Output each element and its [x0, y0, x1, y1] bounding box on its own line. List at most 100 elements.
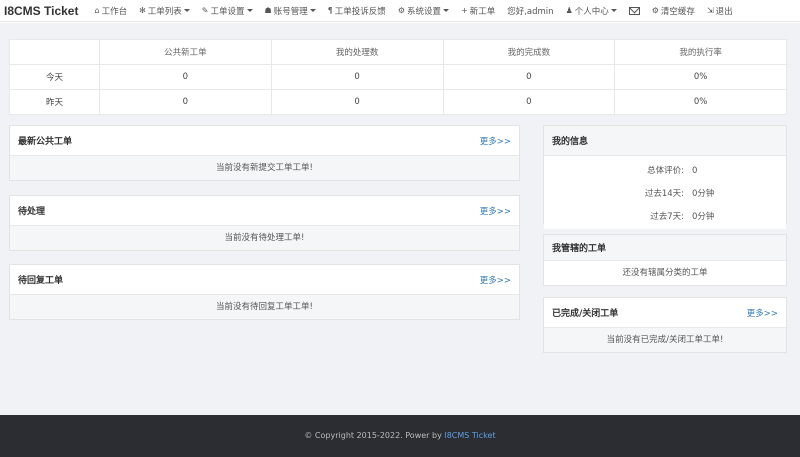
- new-tickets-panel: 最新公共工单 更多>> 当前没有新提交工单工单!: [9, 125, 520, 181]
- my-managed-panel: 我管辖的工单 还没有辖属分类的工单: [543, 234, 787, 286]
- stats-cell: 0: [442, 64, 616, 90]
- panel-header: 我的信息: [544, 126, 786, 156]
- panel-title: 最新公共工单: [18, 137, 73, 147]
- info-key: 过去14天:: [644, 189, 684, 199]
- stats-header-cell: 我的完成数: [442, 39, 616, 65]
- nav-clear-cache[interactable]: ⚙ 清空缓存: [646, 0, 701, 22]
- nav-account-management[interactable]: ☗ 账号管理: [259, 0, 322, 22]
- my-info-panel: 我的信息 总体评价: 0 过去14天: 0分钟 过去7天: 0分钟: [543, 125, 787, 229]
- logout-icon: ⇲: [706, 6, 714, 15]
- user-icon: ♟: [565, 6, 573, 15]
- nav-label: 账号管理: [273, 6, 308, 17]
- stats-cell: 0: [442, 89, 616, 115]
- nav-label: 个人中心: [574, 6, 609, 17]
- stats-header-cell: 公共新工单: [99, 39, 272, 65]
- done-panel: 已完成/关闭工单 更多>> 当前没有已完成/关闭工单工单!: [543, 297, 787, 353]
- envelope-icon: [628, 6, 640, 15]
- empty-message: 当前没有待回复工单工单!: [10, 295, 519, 319]
- nav-label: 新工单: [469, 6, 496, 17]
- more-link[interactable]: 更多>>: [480, 274, 511, 286]
- more-link[interactable]: 更多>>: [747, 307, 778, 319]
- stats-row-today: 今天 0 0 0 0%: [9, 64, 787, 90]
- info-value: 0分钟: [692, 212, 715, 222]
- users-icon: ☗: [264, 6, 272, 15]
- caret-down-icon: [443, 9, 449, 12]
- info-list: 总体评价: 0 过去14天: 0分钟 过去7天: 0分钟: [544, 156, 786, 229]
- nav-messages[interactable]: [623, 0, 646, 22]
- pencil-icon: ✎: [201, 6, 209, 15]
- nav-label: 工作台: [101, 6, 128, 17]
- nav-personal-center[interactable]: ♟ 个人中心: [560, 0, 623, 22]
- nav-ticket-list[interactable]: ✻ 工单列表: [133, 0, 196, 22]
- brand-logo[interactable]: I8CMS Ticket: [0, 4, 88, 18]
- stats-cell: 0: [99, 89, 272, 115]
- panel-header: 已完成/关闭工单 更多>>: [544, 298, 786, 328]
- gear-icon: ⚙: [397, 6, 405, 15]
- panel-header: 待回复工单 更多>>: [10, 265, 519, 295]
- caret-down-icon: [246, 9, 253, 12]
- stats-header-cell: 我的处理数: [270, 39, 444, 65]
- to-reply-panel: 待回复工单 更多>> 当前没有待回复工单工单!: [9, 264, 520, 320]
- nav-label: 工单设置: [210, 6, 245, 17]
- top-navbar: I8CMS Ticket ⌂ 工作台 ✻ 工单列表 ✎ 工单设置 ☗ 账号管理 ¶ 工单投…: [0, 0, 800, 22]
- panel-title: 待处理: [18, 207, 46, 217]
- info-value: 0: [692, 166, 698, 176]
- nav-label: 清空缓存: [660, 6, 695, 17]
- more-link[interactable]: 更多>>: [480, 205, 511, 217]
- footer: © Copyright 2015-2022. Power by I8CMS Ti…: [0, 415, 800, 457]
- info-row: 过去7天: 0分钟: [544, 206, 786, 229]
- info-key: 总体评价:: [647, 166, 684, 176]
- stats-header-cell: 我的执行率: [614, 39, 787, 65]
- nav-new-ticket[interactable]: + 新工单: [455, 0, 501, 22]
- stats-cell: 今天: [9, 64, 100, 90]
- main-content: 公共新工单 我的处理数 我的完成数 我的执行率 今天 0 0 0 0% 昨天 0…: [0, 23, 800, 415]
- footer-link[interactable]: I8CMS Ticket: [444, 431, 495, 440]
- welcome-text: 您好,admin: [507, 6, 554, 17]
- plus-icon: +: [461, 6, 468, 15]
- nav-label: 工单投诉反馈: [334, 6, 386, 17]
- panel-header: 最新公共工单 更多>>: [10, 126, 519, 156]
- stats-cell: 0: [270, 64, 444, 90]
- empty-message: 当前没有已完成/关闭工单工单!: [544, 328, 786, 352]
- empty-message: 当前没有待处理工单!: [10, 226, 519, 250]
- nav-ticket-settings[interactable]: ✎ 工单设置: [196, 0, 259, 22]
- nav-system-settings[interactable]: ⚙ 系统设置: [392, 0, 455, 22]
- home-icon: ⌂: [94, 6, 100, 15]
- nav-label: 工单列表: [147, 6, 182, 17]
- nav-complaint-feedback[interactable]: ¶ 工单投诉反馈: [322, 0, 392, 22]
- nav-label: 系统设置: [406, 6, 441, 17]
- gear-icon: ⚙: [651, 6, 659, 15]
- caret-down-icon: [183, 9, 190, 12]
- more-link[interactable]: 更多>>: [480, 135, 511, 147]
- nav-label: 退出: [715, 6, 733, 17]
- empty-message: 还没有辖属分类的工单: [544, 261, 786, 285]
- panel-header: 我管辖的工单: [544, 235, 786, 261]
- nav-dashboard[interactable]: ⌂ 工作台: [88, 0, 133, 22]
- stats-header-row: 公共新工单 我的处理数 我的完成数 我的执行率: [9, 39, 787, 65]
- info-row: 总体评价: 0: [544, 160, 786, 183]
- info-row: 过去14天: 0分钟: [544, 183, 786, 206]
- pending-panel: 待处理 更多>> 当前没有待处理工单!: [9, 195, 520, 251]
- info-key: 过去7天:: [650, 212, 684, 222]
- nav-logout[interactable]: ⇲ 退出: [701, 0, 739, 22]
- stats-table: 公共新工单 我的处理数 我的完成数 我的执行率 今天 0 0 0 0% 昨天 0…: [9, 39, 787, 115]
- panel-title: 待回复工单: [18, 276, 64, 286]
- info-value: 0分钟: [692, 189, 715, 199]
- empty-message: 当前没有新提交工单工单!: [10, 156, 519, 180]
- stats-row-yesterday: 昨天 0 0 0 0%: [9, 89, 787, 115]
- panel-title: 我的信息: [552, 137, 589, 147]
- caret-down-icon: [309, 9, 316, 12]
- asterisk-icon: ✻: [139, 6, 146, 15]
- stats-cell: 0: [270, 89, 444, 115]
- panel-title: 我管辖的工单: [552, 244, 607, 254]
- caret-down-icon: [610, 9, 617, 12]
- stats-header-cell: [9, 39, 100, 65]
- stats-cell: 0%: [614, 64, 787, 90]
- stats-cell: 0: [99, 64, 272, 90]
- panel-header: 待处理 更多>>: [10, 196, 519, 226]
- cutlery-icon: ¶: [327, 6, 333, 15]
- copyright-text: © Copyright 2015-2022. Power by: [304, 431, 442, 440]
- panel-title: 已完成/关闭工单: [552, 309, 619, 319]
- stats-cell: 昨天: [9, 89, 100, 115]
- stats-cell: 0%: [614, 89, 787, 115]
